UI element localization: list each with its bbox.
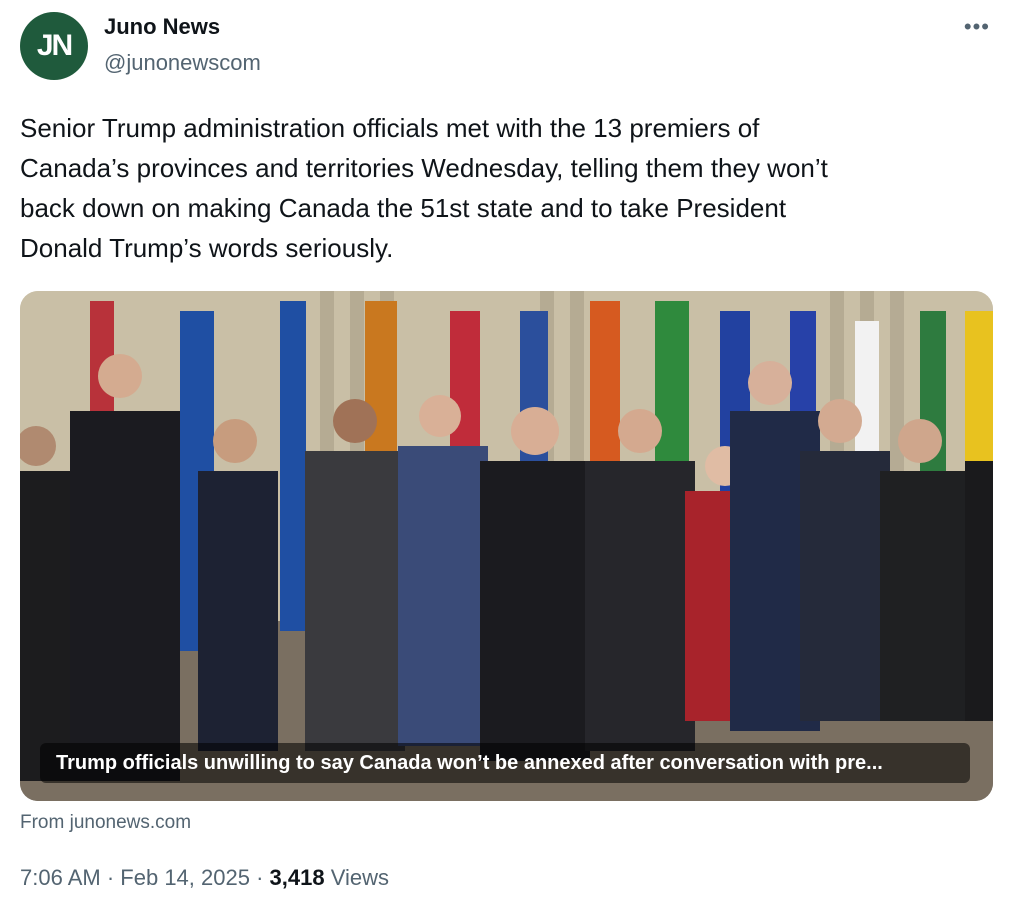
tweet-time[interactable]: 7:06 AM	[20, 865, 101, 890]
views-label: Views	[330, 865, 390, 890]
tweet-meta: 7:06 AM · Feb 14, 2025 · 3,418 Views	[20, 865, 389, 891]
avatar-text: JN	[36, 29, 73, 62]
tweet-text: Senior Trump administration officials me…	[20, 113, 828, 263]
link-source[interactable]: From junonews.com	[20, 812, 191, 834]
meta-separator: ·	[256, 865, 264, 890]
account-handle[interactable]: @junonewscom	[104, 50, 261, 76]
account-name[interactable]: Juno News	[104, 14, 220, 40]
link-card[interactable]: Trump officials unwilling to say Canada …	[20, 291, 993, 801]
avatar[interactable]: JN	[20, 12, 88, 80]
meta-separator: ·	[106, 865, 115, 890]
tweet-date[interactable]: Feb 14, 2025	[120, 865, 250, 890]
link-card-caption[interactable]: Trump officials unwilling to say Canada …	[40, 743, 970, 783]
card-photo	[20, 291, 993, 801]
more-options-icon[interactable]: •••	[964, 14, 990, 40]
views-count: 3,418	[269, 865, 325, 890]
